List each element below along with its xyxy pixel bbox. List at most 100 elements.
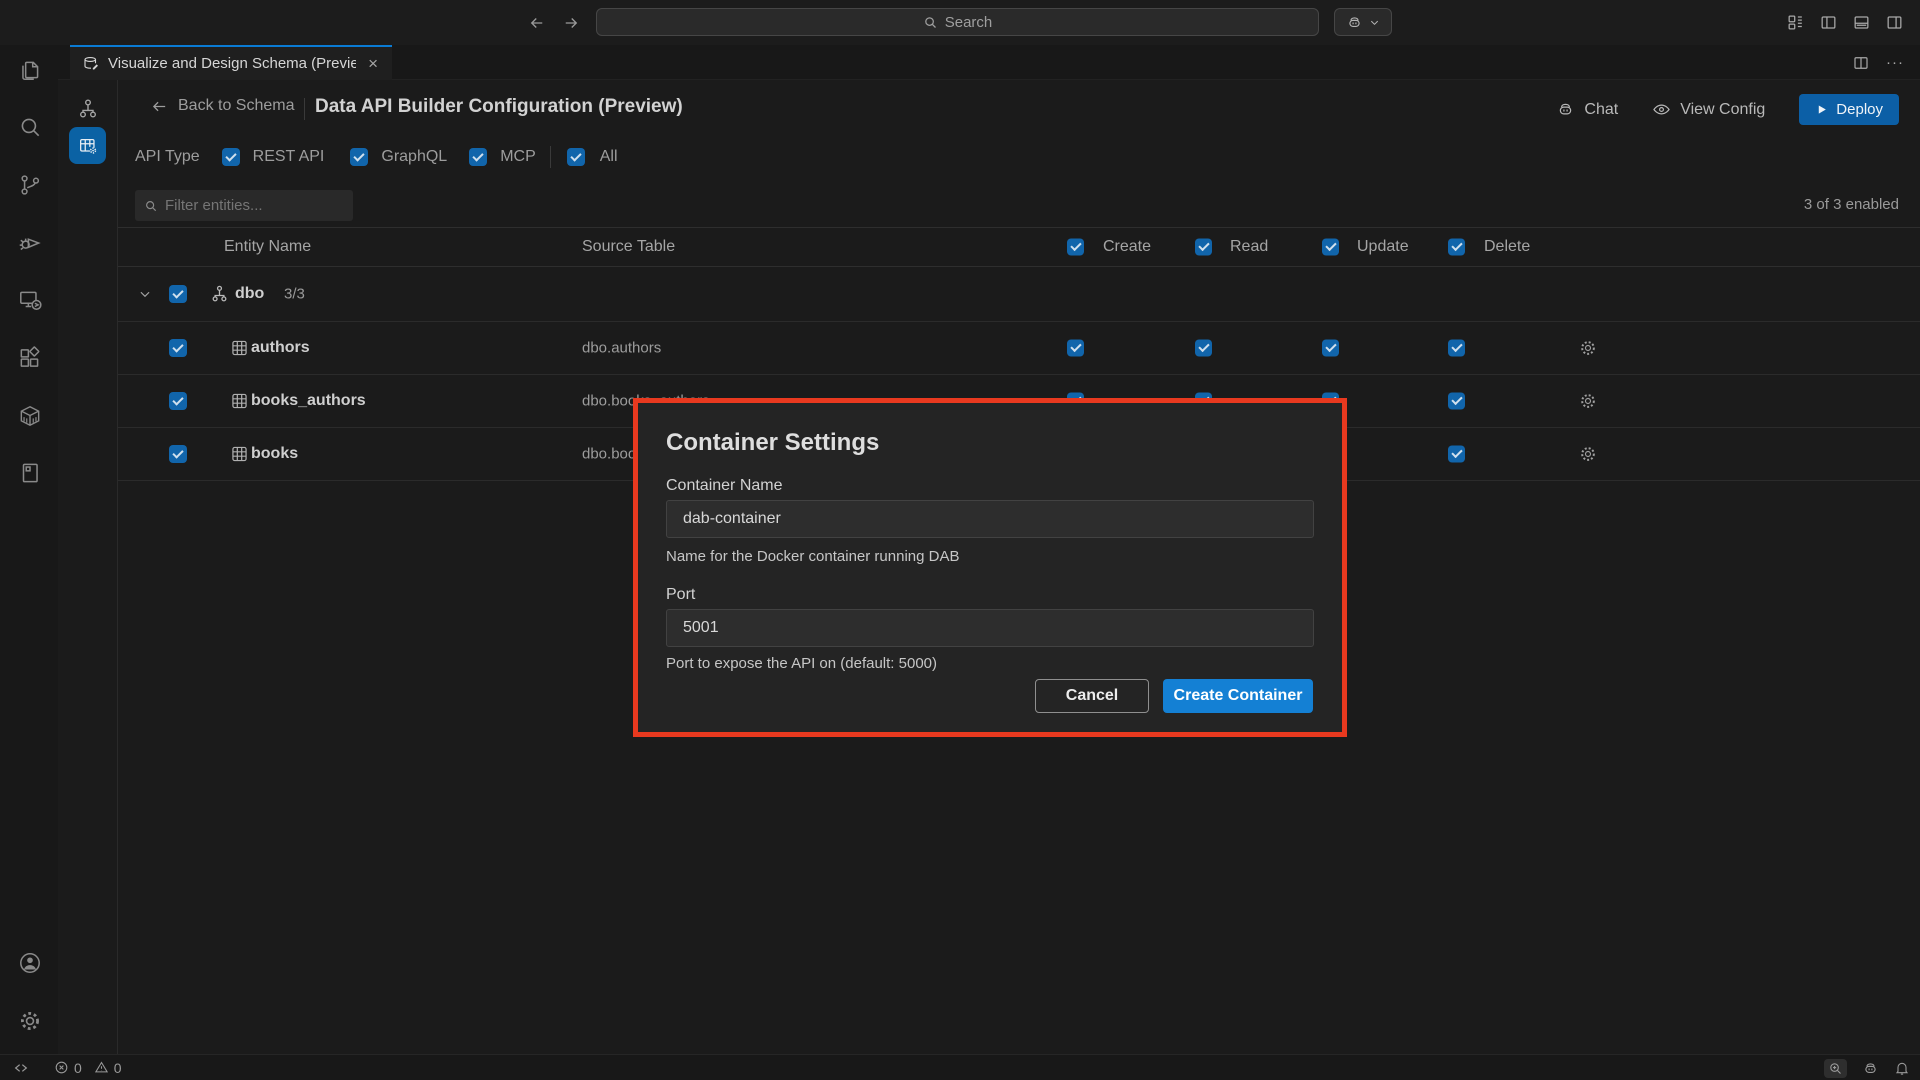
- extensions-icon[interactable]: [17, 345, 43, 371]
- search-sidebar-icon[interactable]: [17, 114, 43, 140]
- copilot-status-icon[interactable]: [1862, 1060, 1879, 1077]
- filter-entities-input[interactable]: [165, 197, 344, 214]
- warning-icon: [94, 1060, 109, 1075]
- deploy-button[interactable]: Deploy: [1799, 94, 1899, 125]
- eye-icon: [1652, 100, 1671, 119]
- container-settings-dialog: Container Settings Container Name Name f…: [633, 398, 1347, 737]
- filter-search-icon: [144, 199, 158, 213]
- play-icon: [1815, 103, 1828, 116]
- schema-group-icon: [209, 284, 230, 305]
- delete-checkbox[interactable]: [1448, 340, 1465, 357]
- tab-visualize-design-schema[interactable]: Visualize and Design Schema (Preview) - …: [70, 45, 392, 80]
- editor-tab-bar: Visualize and Design Schema (Preview) - …: [58, 45, 1920, 80]
- schema-view-icon[interactable]: [76, 97, 100, 121]
- row-settings-gear-icon[interactable]: [1578, 391, 1598, 411]
- create-checkbox[interactable]: [1067, 340, 1084, 357]
- notifications-bell-icon[interactable]: [1894, 1060, 1910, 1076]
- table-row-authors[interactable]: authors dbo.authors: [118, 322, 1920, 375]
- table-grid-icon: [229, 391, 250, 412]
- nav-back-icon[interactable]: [528, 14, 546, 32]
- api-type-label: API Type: [135, 148, 200, 166]
- read-all-checkbox[interactable]: [1195, 239, 1212, 256]
- view-config-button[interactable]: View Config: [1652, 100, 1765, 119]
- row-checkbox[interactable]: [169, 445, 187, 463]
- filter-entities-field[interactable]: [135, 190, 353, 221]
- create-all-checkbox[interactable]: [1067, 239, 1084, 256]
- chat-button[interactable]: Chat: [1556, 100, 1618, 119]
- port-input[interactable]: [666, 609, 1314, 647]
- customize-layout-icon[interactable]: [1786, 13, 1805, 32]
- group-count: 3/3: [284, 286, 305, 303]
- create-container-button[interactable]: Create Container: [1163, 679, 1313, 713]
- graphql-label: GraphQL: [381, 148, 447, 166]
- delete-checkbox[interactable]: [1448, 446, 1465, 463]
- delete-all-checkbox[interactable]: [1448, 239, 1465, 256]
- port-help: Port to expose the API on (default: 5000…: [666, 655, 937, 672]
- activity-bar: [0, 45, 58, 1054]
- mcp-checkbox[interactable]: [469, 148, 487, 166]
- remote-explorer-icon[interactable]: [17, 287, 43, 313]
- row-checkbox[interactable]: [169, 392, 187, 410]
- search-placeholder: Search: [945, 14, 993, 31]
- problems-indicator[interactable]: 0 0: [54, 1060, 122, 1076]
- collapse-chevron-icon[interactable]: [138, 287, 152, 301]
- container-name-input[interactable]: [666, 500, 1314, 538]
- api-type-filter-row: API Type REST API GraphQL MCP All: [135, 146, 618, 168]
- rest-api-label: REST API: [253, 148, 325, 166]
- arrow-left-icon: [151, 98, 168, 115]
- split-editor-icon[interactable]: [1852, 54, 1870, 72]
- group-checkbox[interactable]: [169, 285, 187, 303]
- chevron-down-icon: [1369, 17, 1380, 28]
- table-header-row: Entity Name Source Table Create Read Upd…: [118, 227, 1920, 267]
- dialog-title: Container Settings: [666, 429, 879, 457]
- schema-group-row[interactable]: dbo 3/3: [118, 267, 1920, 322]
- table-grid-icon: [229, 444, 250, 465]
- zoom-indicator-icon[interactable]: [1824, 1059, 1847, 1078]
- copilot-icon: [1346, 14, 1363, 31]
- copilot-chat-icon: [1556, 100, 1575, 119]
- row-checkbox[interactable]: [169, 339, 187, 357]
- page-title: Data API Builder Configuration (Preview): [315, 96, 683, 118]
- run-debug-icon[interactable]: [17, 230, 43, 256]
- copilot-menu-button[interactable]: [1334, 8, 1392, 36]
- designer-tool-strip: [58, 80, 118, 1054]
- update-checkbox[interactable]: [1322, 340, 1339, 357]
- all-label: All: [600, 148, 618, 166]
- global-search-input[interactable]: Search: [596, 8, 1319, 36]
- error-count: 0: [74, 1060, 82, 1076]
- graphql-checkbox[interactable]: [350, 148, 368, 166]
- tab-close-icon[interactable]: ×: [364, 53, 382, 74]
- cancel-button[interactable]: Cancel: [1035, 679, 1149, 713]
- notebook-icon[interactable]: [17, 460, 43, 486]
- row-settings-gear-icon[interactable]: [1578, 444, 1598, 464]
- toggle-panel-left-icon[interactable]: [1819, 13, 1838, 32]
- read-checkbox[interactable]: [1195, 340, 1212, 357]
- column-create: Create: [1103, 238, 1151, 256]
- source-control-icon[interactable]: [17, 172, 43, 198]
- warning-count: 0: [114, 1060, 122, 1076]
- delete-checkbox[interactable]: [1448, 393, 1465, 410]
- remote-indicator-icon[interactable]: [13, 1060, 29, 1076]
- error-icon: [54, 1060, 69, 1075]
- group-name: dbo: [235, 285, 264, 303]
- container-registry-icon[interactable]: [17, 403, 43, 429]
- tab-title: Visualize and Design Schema (Preview) - …: [108, 55, 356, 72]
- dab-config-view-button[interactable]: [69, 127, 106, 164]
- toggle-panel-bottom-icon[interactable]: [1852, 13, 1871, 32]
- back-to-schema-link[interactable]: Back to Schema: [151, 97, 295, 115]
- port-label: Port: [666, 586, 695, 604]
- update-all-checkbox[interactable]: [1322, 239, 1339, 256]
- rest-api-checkbox[interactable]: [222, 148, 240, 166]
- editor-more-actions-icon[interactable]: ···: [1886, 54, 1904, 71]
- column-read: Read: [1230, 238, 1268, 256]
- nav-forward-icon[interactable]: [562, 14, 580, 32]
- settings-gear-icon[interactable]: [17, 1008, 43, 1034]
- explorer-icon[interactable]: [17, 57, 43, 83]
- all-checkbox[interactable]: [567, 148, 585, 166]
- column-entity-name: Entity Name: [224, 238, 311, 256]
- column-update: Update: [1357, 238, 1409, 256]
- row-settings-gear-icon[interactable]: [1578, 338, 1598, 358]
- accounts-icon[interactable]: [17, 950, 43, 976]
- toggle-panel-right-icon[interactable]: [1885, 13, 1904, 32]
- column-delete: Delete: [1484, 238, 1530, 256]
